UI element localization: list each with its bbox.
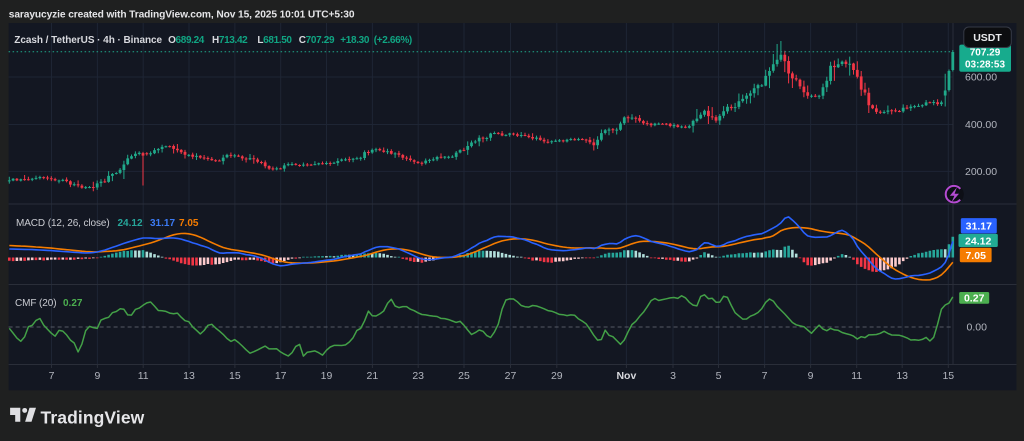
svg-text:sarayucyzie created with Tradi: sarayucyzie created with TradingView.com… [9, 10, 355, 21]
svg-text:7.05: 7.05 [179, 218, 199, 229]
svg-text:0.00: 0.00 [967, 322, 988, 334]
svg-text:9: 9 [808, 370, 814, 382]
svg-text:707.29: 707.29 [970, 47, 1001, 58]
svg-text:31.17: 31.17 [150, 218, 175, 229]
svg-text:200.00: 200.00 [965, 166, 997, 178]
svg-text:7: 7 [762, 370, 768, 382]
svg-text:15: 15 [942, 370, 954, 382]
svg-text:27: 27 [505, 370, 517, 382]
svg-text:17: 17 [275, 370, 287, 382]
svg-text:24.12: 24.12 [118, 218, 143, 229]
svg-text:600.00: 600.00 [965, 72, 997, 84]
svg-text:25: 25 [458, 370, 470, 382]
svg-text:MACD (12, 26, close): MACD (12, 26, close) [16, 218, 110, 229]
svg-text:TradingView: TradingView [41, 407, 145, 427]
svg-text:21: 21 [367, 370, 379, 382]
svg-text:03:28:53: 03:28:53 [965, 59, 1005, 70]
svg-text:7.05: 7.05 [965, 250, 986, 262]
svg-text:5: 5 [716, 370, 722, 382]
svg-text:Nov: Nov [616, 370, 636, 382]
svg-text:Zcash / TetherUS · 4h · Binanc: Zcash / TetherUS · 4h · Binance [14, 35, 162, 46]
svg-text:0.27: 0.27 [964, 292, 985, 304]
svg-text:3: 3 [670, 370, 676, 382]
svg-text:29: 29 [551, 370, 563, 382]
svg-text:15: 15 [229, 370, 241, 382]
svg-text:31.17: 31.17 [966, 221, 992, 233]
svg-text:13: 13 [896, 370, 908, 382]
svg-text:CMF (20): CMF (20) [15, 298, 56, 309]
svg-text:13: 13 [183, 370, 195, 382]
svg-text:9: 9 [94, 370, 100, 382]
svg-text:19: 19 [321, 370, 333, 382]
svg-text:0.27: 0.27 [63, 298, 83, 309]
svg-text:11: 11 [851, 370, 862, 382]
svg-text:23: 23 [412, 370, 424, 382]
svg-text:7: 7 [49, 370, 55, 382]
svg-text:24.12: 24.12 [965, 235, 991, 247]
svg-text:400.00: 400.00 [965, 119, 997, 131]
svg-text:11: 11 [138, 370, 149, 382]
svg-text:USDT: USDT [973, 32, 1002, 44]
